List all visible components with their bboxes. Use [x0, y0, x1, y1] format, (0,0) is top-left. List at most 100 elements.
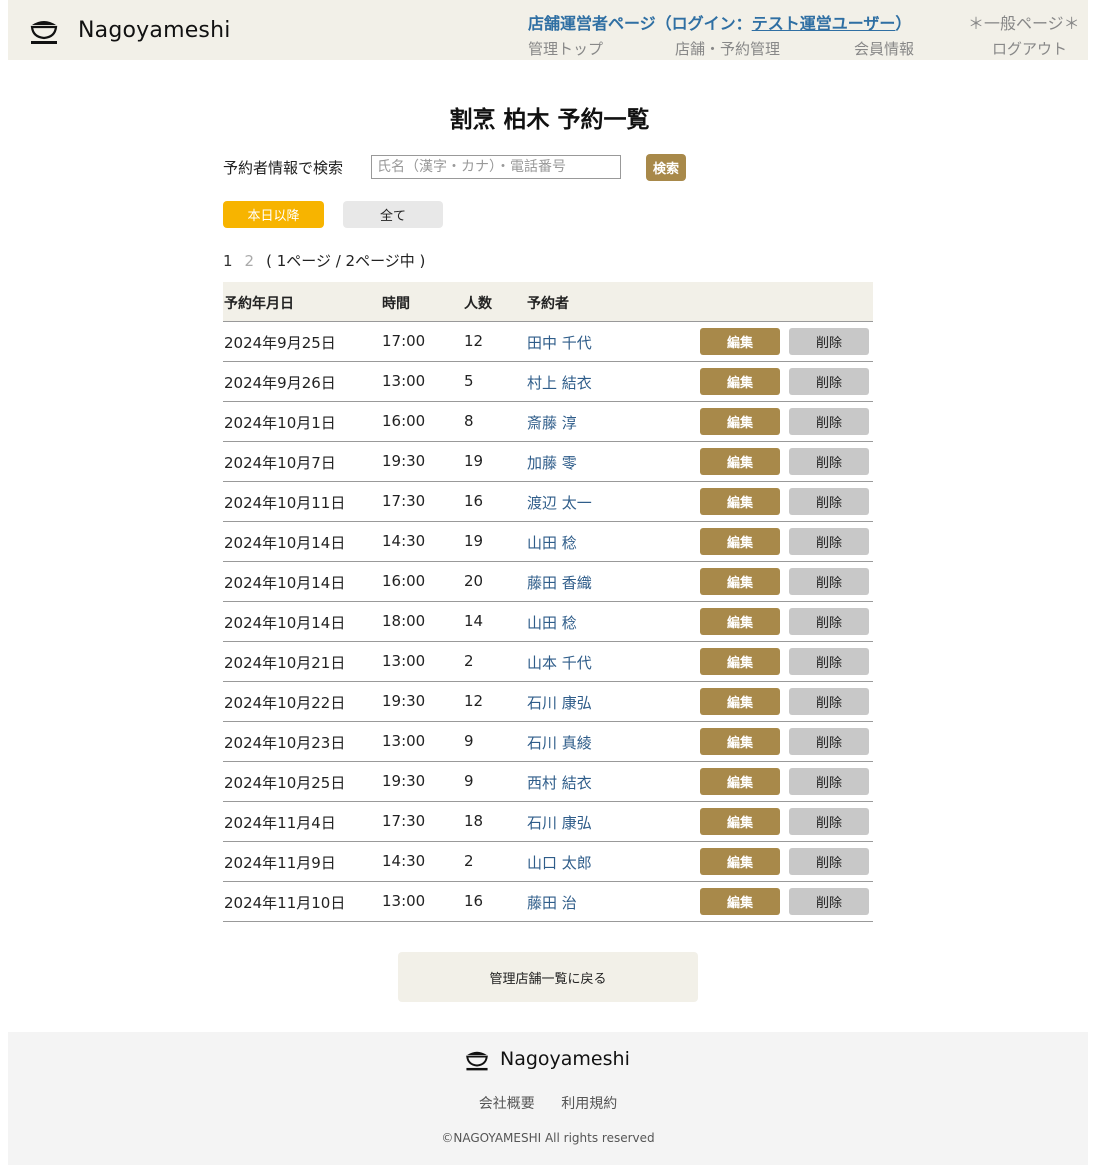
page-1-link[interactable]: 1 — [223, 252, 233, 270]
cell-reserver-link[interactable]: 山田 稔 — [527, 532, 577, 553]
cell-reserver-link[interactable]: 石川 康弘 — [527, 692, 592, 713]
delete-button[interactable]: 削除 — [789, 848, 869, 875]
edit-button[interactable]: 編集 — [700, 368, 780, 395]
nav-store-reservation[interactable]: 店舗・予約管理 — [675, 38, 780, 59]
cell-reserver-link[interactable]: 斎藤 淳 — [527, 412, 577, 433]
search-button[interactable]: 検索 — [646, 154, 686, 181]
delete-button[interactable]: 削除 — [789, 688, 869, 715]
edit-button[interactable]: 編集 — [700, 688, 780, 715]
footer-link-terms[interactable]: 利用規約 — [561, 1096, 617, 1112]
operator-user-link[interactable]: テスト運営ユーザー — [752, 14, 896, 33]
page-info: ( 1ページ / 2ページ中 ) — [266, 252, 426, 270]
delete-button[interactable]: 削除 — [789, 768, 869, 795]
table-row: 2024年9月25日 17:00 12 田中 千代 編集 削除 — [223, 322, 873, 362]
back-to-store-list-button[interactable]: 管理店舗一覧に戻る — [398, 952, 698, 1002]
cell-people: 5 — [464, 372, 474, 390]
table-body: 2024年9月25日 17:00 12 田中 千代 編集 削除 2024年9月26日 13:0… — [223, 322, 873, 922]
delete-button[interactable]: 削除 — [789, 368, 869, 395]
table-row: 2024年10月23日 13:00 9 石川 真綾 編集 削除 — [223, 722, 873, 762]
page-2-link[interactable]: 2 — [245, 252, 255, 270]
cell-reserver-link[interactable]: 石川 康弘 — [527, 812, 592, 833]
cell-reserver-link[interactable]: 藤田 香織 — [527, 572, 592, 593]
cell-reserver-link[interactable]: 山本 千代 — [527, 652, 592, 673]
nav-admin-top[interactable]: 管理トップ — [528, 38, 603, 59]
general-page-link[interactable]: ＊一般ページ＊ — [968, 10, 1080, 34]
table-row: 2024年11月10日 13:00 16 藤田 治 編集 削除 — [223, 882, 873, 922]
table-row: 2024年10月7日 19:30 19 加藤 零 編集 削除 — [223, 442, 873, 482]
operator-page-label: 店舗運営者ページ（ログイン：テスト運営ユーザー） — [528, 10, 911, 34]
operator-prefix: 店舗運営者ページ（ログイン： — [528, 14, 752, 33]
table-row: 2024年10月14日 16:00 20 藤田 香織 編集 削除 — [223, 562, 873, 602]
edit-button[interactable]: 編集 — [700, 488, 780, 515]
cell-people: 19 — [464, 532, 484, 550]
logo-text: Nagoyameshi — [78, 17, 231, 43]
nav-member-info[interactable]: 会員情報 — [854, 38, 914, 59]
cell-time: 19:30 — [382, 452, 426, 470]
cell-reserver-link[interactable]: 村上 結衣 — [527, 372, 592, 393]
cell-time: 18:00 — [382, 612, 426, 630]
edit-button[interactable]: 編集 — [700, 808, 780, 835]
search-input[interactable] — [371, 155, 621, 179]
delete-button[interactable]: 削除 — [789, 328, 869, 355]
cell-time: 19:30 — [382, 772, 426, 790]
cell-reserver-link[interactable]: 西村 結衣 — [527, 772, 592, 793]
table-row: 2024年10月25日 19:30 9 西村 結衣 編集 削除 — [223, 762, 873, 802]
cell-time: 17:30 — [382, 812, 426, 830]
edit-button[interactable]: 編集 — [700, 448, 780, 475]
cell-date: 2024年10月14日 — [224, 574, 346, 592]
footer-link-company[interactable]: 会社概要 — [479, 1096, 535, 1112]
edit-button[interactable]: 編集 — [700, 328, 780, 355]
filter-today-onward-button[interactable]: 本日以降 — [223, 201, 324, 228]
cell-people: 8 — [464, 412, 474, 430]
edit-button[interactable]: 編集 — [700, 728, 780, 755]
nav-logout[interactable]: ログアウト — [992, 38, 1067, 59]
cell-people: 9 — [464, 772, 474, 790]
operator-suffix: ） — [895, 14, 912, 33]
cell-time: 13:00 — [382, 652, 426, 670]
cell-reserver-link[interactable]: 石川 真綾 — [527, 732, 592, 753]
edit-button[interactable]: 編集 — [700, 768, 780, 795]
cell-people: 16 — [464, 892, 484, 910]
delete-button[interactable]: 削除 — [789, 888, 869, 915]
cell-time: 16:00 — [382, 572, 426, 590]
cell-reserver-link[interactable]: 山口 太郎 — [527, 852, 592, 873]
edit-button[interactable]: 編集 — [700, 848, 780, 875]
delete-button[interactable]: 削除 — [789, 448, 869, 475]
delete-button[interactable]: 削除 — [789, 728, 869, 755]
cell-date: 2024年10月7日 — [224, 454, 336, 472]
cell-reserver-link[interactable]: 加藤 零 — [527, 452, 577, 473]
edit-button[interactable]: 編集 — [700, 648, 780, 675]
edit-button[interactable]: 編集 — [700, 888, 780, 915]
header-logo[interactable]: Nagoyameshi — [28, 14, 231, 46]
edit-button[interactable]: 編集 — [700, 408, 780, 435]
footer-logo[interactable]: Nagoyameshi — [464, 1046, 630, 1072]
cell-time: 16:00 — [382, 412, 426, 430]
cell-reserver-link[interactable]: 渡辺 太一 — [527, 492, 592, 513]
delete-button[interactable]: 削除 — [789, 608, 869, 635]
cell-reserver-link[interactable]: 山田 稔 — [527, 612, 577, 633]
cell-time: 19:30 — [382, 692, 426, 710]
cell-date: 2024年9月25日 — [224, 334, 336, 352]
cell-time: 17:00 — [382, 332, 426, 350]
cell-date: 2024年9月26日 — [224, 374, 336, 392]
delete-button[interactable]: 削除 — [789, 648, 869, 675]
cell-time: 13:00 — [382, 892, 426, 910]
delete-button[interactable]: 削除 — [789, 528, 869, 555]
filter-all-button[interactable]: 全て — [343, 201, 443, 228]
delete-button[interactable]: 削除 — [789, 568, 869, 595]
table-row: 2024年10月22日 19:30 12 石川 康弘 編集 削除 — [223, 682, 873, 722]
cell-date: 2024年10月14日 — [224, 614, 346, 632]
reservation-table: 予約年月日 時間 人数 予約者 2024年9月25日 17:00 12 田中 千代 編集… — [223, 282, 873, 922]
delete-button[interactable]: 削除 — [789, 488, 869, 515]
cell-reserver-link[interactable]: 藤田 治 — [527, 892, 577, 913]
table-header: 予約年月日 時間 人数 予約者 — [223, 282, 873, 322]
header: Nagoyameshi 店舗運営者ページ（ログイン：テスト運営ユーザー） ＊一般… — [8, 0, 1088, 60]
edit-button[interactable]: 編集 — [700, 528, 780, 555]
delete-button[interactable]: 削除 — [789, 408, 869, 435]
edit-button[interactable]: 編集 — [700, 568, 780, 595]
cell-time: 14:30 — [382, 532, 426, 550]
delete-button[interactable]: 削除 — [789, 808, 869, 835]
cell-reserver-link[interactable]: 田中 千代 — [527, 332, 592, 353]
cell-people: 9 — [464, 732, 474, 750]
edit-button[interactable]: 編集 — [700, 608, 780, 635]
